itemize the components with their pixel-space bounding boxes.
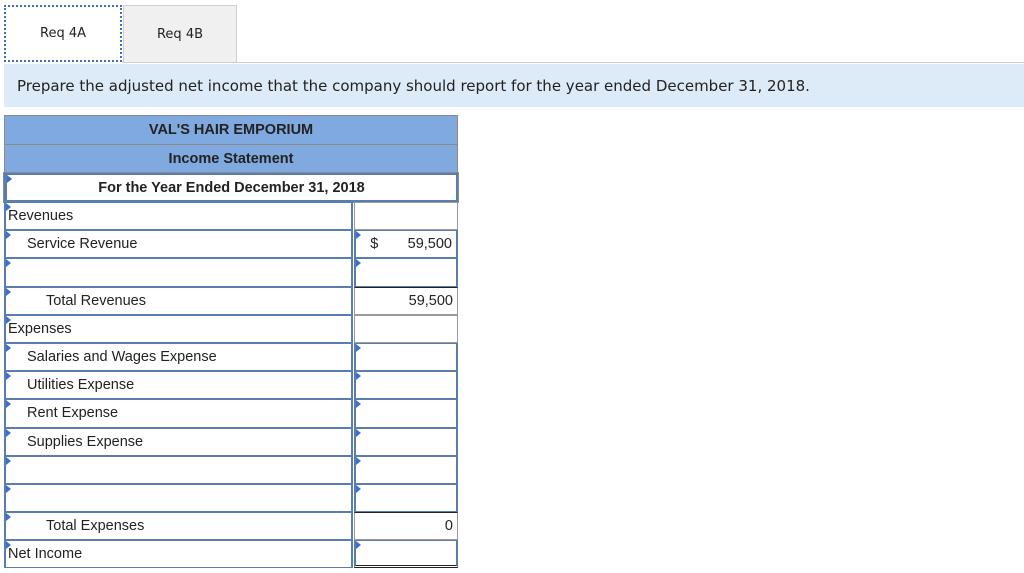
row-utilities-expense: Utilities Expense (4, 371, 458, 400)
instruction-banner: Prepare the adjusted net income that the… (4, 64, 1024, 107)
amount-input[interactable] (354, 399, 458, 428)
label-cell[interactable] (4, 483, 354, 513)
label-text: Total Revenues (46, 292, 146, 309)
row-revenues-header: Revenues (4, 202, 458, 231)
income-statement: VAL'S HAIR EMPORIUM Income Statement For… (3, 115, 459, 569)
row-total-revenues: Total Revenues 59,500 (4, 286, 458, 315)
company-name: VAL'S HAIR EMPORIUM (4, 115, 458, 144)
label-cell[interactable]: Service Revenue (4, 230, 354, 259)
amount-input[interactable] (354, 427, 458, 456)
label-cell[interactable]: Rent Expense (4, 399, 354, 428)
label-cell[interactable] (4, 455, 354, 484)
currency-symbol: $ (370, 236, 379, 253)
amount-input[interactable] (354, 371, 458, 400)
row-service-revenue: Service Revenue $59,500 (4, 230, 458, 259)
label-cell[interactable]: Supplies Expense (4, 427, 354, 456)
label-text: Service Revenue (27, 236, 138, 253)
tab-divider (122, 62, 1024, 63)
row-blank-expense (4, 483, 458, 513)
amount-input[interactable] (354, 342, 458, 372)
total-revenues-value: 59,500 (354, 286, 458, 315)
label-text: Supplies Expense (27, 433, 144, 450)
row-salaries-expense: Salaries and Wages Expense (4, 342, 458, 372)
amount-input[interactable] (354, 483, 458, 513)
label-cell[interactable] (4, 258, 354, 287)
instruction-text: Prepare the adjusted net income that the… (17, 76, 810, 95)
statement-title: Income Statement (4, 144, 458, 173)
amount-input[interactable] (354, 455, 458, 484)
amount-value: 0 (444, 518, 453, 535)
amount-value: 59,500 (407, 236, 452, 253)
label-text: Expenses (8, 320, 72, 337)
row-blank-revenue (4, 258, 458, 287)
amount-cell (354, 314, 458, 343)
label-text: Revenues (8, 208, 74, 225)
label-text: Total Expenses (46, 518, 145, 535)
statement-period[interactable]: For the Year Ended December 31, 2018 (3, 172, 459, 203)
label-cell[interactable]: Net Income (4, 540, 354, 569)
amount-value: 59,500 (408, 292, 453, 309)
label-text: Rent Expense (27, 405, 119, 422)
amount-input[interactable]: $59,500 (354, 230, 458, 259)
label-cell[interactable]: Salaries and Wages Expense (4, 342, 354, 372)
label-cell[interactable]: Revenues (4, 202, 354, 231)
label-cell[interactable]: Expenses (4, 314, 354, 343)
label-text: Utilities Expense (27, 377, 135, 394)
total-expenses-value: 0 (354, 512, 458, 541)
label-text: Salaries and Wages Expense (27, 349, 217, 366)
label-text: Net Income (8, 546, 83, 563)
row-net-income: Net Income (4, 540, 458, 569)
row-expenses-header: Expenses (4, 314, 458, 343)
label-cell[interactable]: Utilities Expense (4, 371, 354, 400)
row-rent-expense: Rent Expense (4, 399, 458, 428)
row-blank-expense (4, 455, 458, 484)
row-supplies-expense: Supplies Expense (4, 427, 458, 456)
label-cell[interactable]: Total Expenses (4, 512, 354, 541)
label-cell[interactable]: Total Revenues (4, 286, 354, 315)
amount-cell (354, 202, 458, 231)
net-income-input[interactable] (354, 540, 458, 569)
tab-req-4a[interactable]: Req 4A (4, 5, 122, 62)
requirement-tabs: Req 4A Req 4B (4, 5, 237, 62)
amount-input[interactable] (354, 258, 458, 287)
tab-req-4b[interactable]: Req 4B (123, 5, 237, 62)
row-total-expenses: Total Expenses 0 (4, 512, 458, 541)
